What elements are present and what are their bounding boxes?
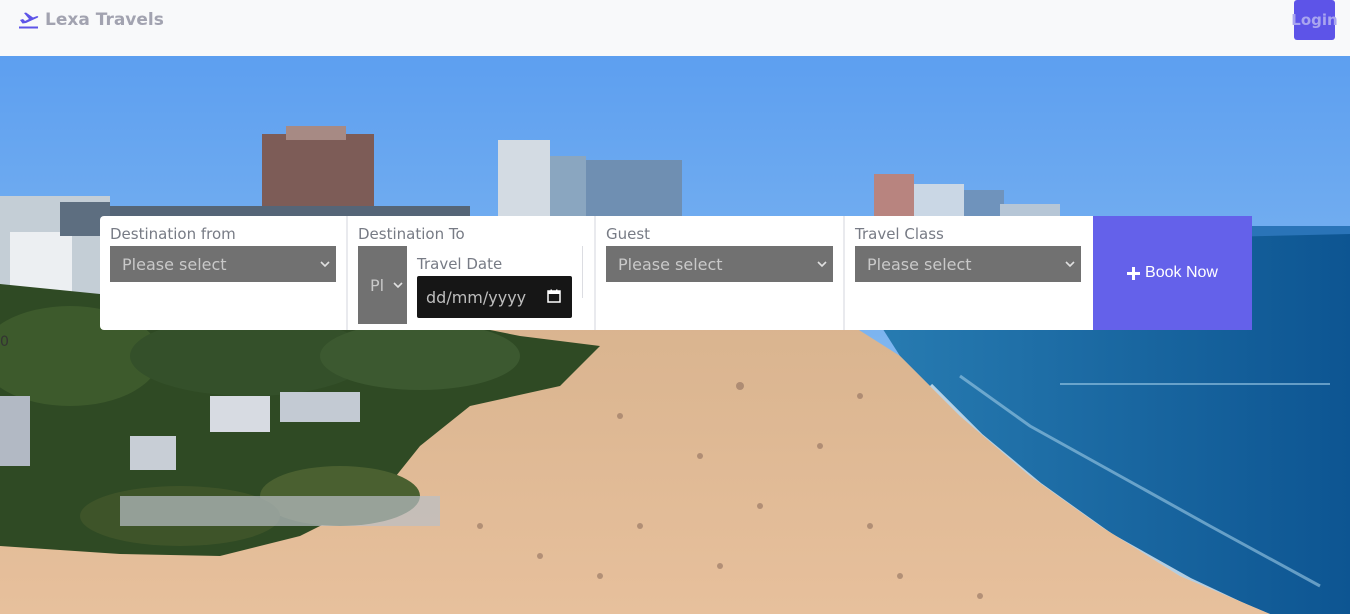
navbar: Lexa Travels Login [0,0,1350,56]
hero-image [0,56,1350,614]
brand[interactable]: Lexa Travels [18,10,164,30]
destination-to-label: Destination To [358,225,465,243]
brand-name: Lexa Travels [45,10,164,30]
travel-class-label: Travel Class [855,225,944,243]
destination-from-label: Destination from [110,225,236,243]
destination-to-select[interactable]: Pl [358,246,407,324]
chevron-down-icon [817,261,827,268]
field-divider [594,216,596,330]
plane-departure-icon [19,12,39,29]
guest-label: Guest [606,225,651,243]
chevron-down-icon [1065,261,1075,268]
destination-from-value: Please select [122,254,227,274]
travel-class-select[interactable]: Please select [855,246,1081,282]
book-now-button[interactable]: Book Now [1093,216,1252,330]
chevron-down-icon [320,261,330,268]
travel-class-value: Please select [867,254,972,274]
travel-date-label: Travel Date [417,255,503,273]
chevron-down-icon [393,282,403,289]
field-divider [843,216,845,330]
calendar-icon[interactable] [547,289,561,303]
field-divider [346,216,348,330]
login-button[interactable]: Login [1291,0,1338,40]
destination-from-select[interactable]: Please select [110,246,336,282]
field-divider [582,246,583,298]
book-now-label: Book Now [1145,264,1218,281]
travel-date-input[interactable]: dd/mm/yyyy [417,276,572,318]
destination-to-value: Pl [370,275,385,295]
stray-text: 0 [0,334,9,350]
plus-icon [1127,266,1141,280]
travel-date-placeholder: dd/mm/yyyy [426,287,527,307]
guest-select[interactable]: Please select [606,246,833,282]
guest-value: Please select [618,254,723,274]
booking-form: Destination from Please select Destinati… [100,216,1093,330]
beach-city-image [0,56,1350,614]
